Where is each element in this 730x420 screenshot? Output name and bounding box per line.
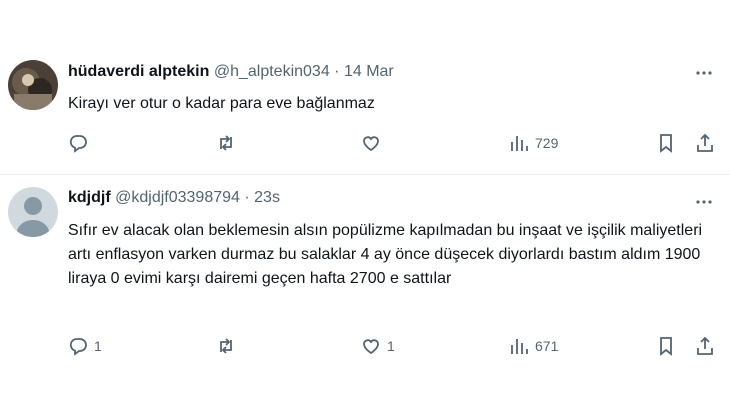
display-name[interactable]: kdjdjf [68,189,111,206]
views-button[interactable]: 671 [509,335,558,357]
timestamp[interactable]: 14 Mar [344,63,394,80]
like-count: 1 [387,338,395,354]
retweet-button[interactable] [216,335,242,357]
bookmark-button[interactable] [656,335,676,357]
retweet-icon [220,338,232,354]
like-button[interactable] [361,132,387,154]
bookmark-icon [660,134,672,153]
views-button[interactable]: 729 [509,132,558,154]
avatar[interactable] [8,187,58,237]
tweet-actions: 1 1 671 [68,335,718,359]
heart-icon [363,136,379,152]
share-icon [697,336,713,355]
share-button[interactable] [695,132,715,154]
tweet-2[interactable]: kdjdjf @kdjdjf03398794 · 23s Sıfır ev al… [0,175,730,420]
view-count: 729 [535,135,559,151]
more-horizontal-icon[interactable] [694,63,714,83]
tweet-actions: 729 [68,132,718,156]
tweet-1[interactable]: hüdaverdi alptekin @h_alptekin034 · 14 M… [0,0,730,175]
display-name[interactable]: hüdaverdi alptekin [68,63,209,80]
bookmark-button[interactable] [656,132,676,154]
views-bar-chart-icon [511,339,528,354]
reply-count: 1 [94,338,102,354]
timestamp[interactable]: 23s [254,189,280,206]
heart-icon [363,339,379,355]
reply-bubble-icon [69,135,87,153]
default-profile-icon [8,187,58,237]
like-button[interactable]: 1 [361,335,395,357]
profile-photo-icon [8,60,58,110]
reply-button[interactable]: 1 [68,335,102,357]
user-handle[interactable]: @kdjdjf03398794 [115,189,240,206]
tweet-header: kdjdjf @kdjdjf03398794 · 23s [68,189,280,207]
separator-dot: · [244,189,250,206]
view-count: 671 [535,338,559,354]
user-handle[interactable]: @h_alptekin034 [214,63,330,80]
more-horizontal-icon[interactable] [694,192,714,212]
share-button[interactable] [695,335,715,357]
avatar[interactable] [8,60,58,110]
reply-bubble-icon [69,338,87,356]
retweet-button[interactable] [216,132,242,154]
bookmark-icon [660,337,672,356]
tweet-text: Kirayı ver otur o kadar para eve bağlanm… [68,95,375,112]
separator-dot: · [334,63,340,80]
share-icon [697,133,713,152]
retweet-icon [220,135,232,151]
tweet-header: hüdaverdi alptekin @h_alptekin034 · 14 M… [68,63,394,81]
reply-button[interactable] [68,132,94,154]
views-bar-chart-icon [511,136,528,151]
tweet-text: Sıfır ev alacak olan beklemesin alsın po… [68,222,703,287]
